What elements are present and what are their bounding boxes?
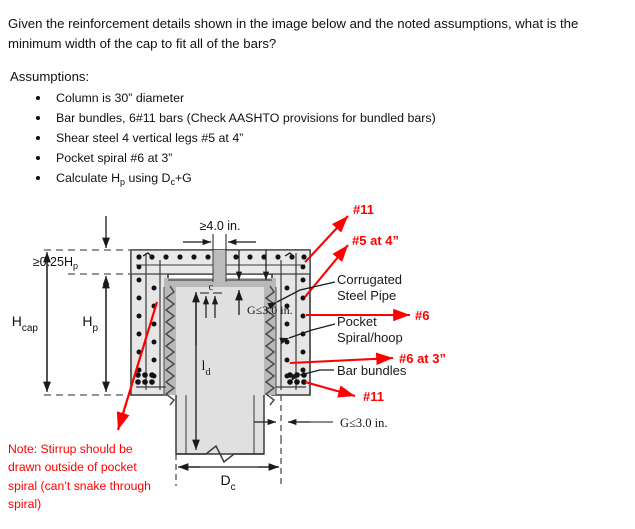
- dim-h-cap-label: Hcap: [12, 313, 39, 334]
- dim-h-cap: Hcap: [12, 251, 51, 392]
- dim-h-p-label: Hp: [82, 313, 98, 334]
- assumption-dc-sub: c: [170, 177, 175, 188]
- list-item: Calculate Hp using Dc+G: [30, 168, 550, 188]
- dim-top-clear-label: ≥4.0 in.: [200, 219, 241, 233]
- dim-c-gap-label: c: [209, 282, 214, 293]
- dim-g-vertical-label: G≤3.0 in.: [247, 303, 293, 317]
- dim-quarter-hp-label: ≥0.25Hp: [33, 255, 78, 271]
- callout-bar-11-bottom-label: #11: [363, 389, 384, 404]
- pocket-void: [176, 282, 264, 395]
- list-item: Bar bundles, 6#11 bars (Check AASHTO pro…: [30, 108, 550, 128]
- callout-bar-bundles-label: Bar bundles: [337, 363, 407, 378]
- top-clear-gap-column: [212, 250, 227, 282]
- assumption-hp-post: using D: [125, 171, 171, 186]
- callout-corrugated-pipe-label-1: Corrugated: [337, 272, 402, 287]
- callout-pocket-spiral-label-1: Pocket: [337, 314, 377, 329]
- assumptions-label: Assumptions:: [10, 69, 90, 84]
- stirrup-note: Note: Stirrup should be drawn outside of…: [8, 442, 151, 511]
- list-item: Shear steel 4 vertical legs #5 at 4”: [30, 128, 550, 148]
- assumption-hp-sub: p: [120, 177, 126, 188]
- question-text: Given the reinforcement details shown in…: [8, 16, 579, 52]
- callout-bar-11-bottom: #11: [304, 380, 384, 404]
- assumption-plus-g: +G: [174, 171, 192, 186]
- dim-top-clear: ≥4.0 in.: [183, 219, 256, 250]
- column-section: [175, 395, 265, 464]
- callout-pipe-6-label: #6: [415, 308, 429, 323]
- callout-bar-bundles: Bar bundles: [290, 363, 407, 381]
- callout-bar-11-top-label: #11: [353, 202, 374, 217]
- assumptions-list: Column is 30” diameter Bar bundles, 6#11…: [30, 88, 550, 188]
- dim-h-p: Hp: [82, 278, 110, 392]
- list-item: Column is 30” diameter: [30, 88, 550, 108]
- callout-bar-11-top: #11: [304, 202, 374, 263]
- dim-dc-label: Dc: [220, 472, 235, 493]
- assumption-hp-pre: Calculate H: [56, 171, 121, 186]
- callout-corrugated-pipe-label-2: Steel Pipe: [337, 288, 396, 303]
- list-item: Pocket spiral #6 at 3”: [30, 148, 550, 168]
- dim-g-horizontal-label: G≤3.0 in.: [340, 416, 388, 430]
- callout-pocket-spiral-label-2: Spiral/hoop: [337, 330, 403, 345]
- callout-stirrup-5-label: #5 at 4”: [352, 233, 399, 248]
